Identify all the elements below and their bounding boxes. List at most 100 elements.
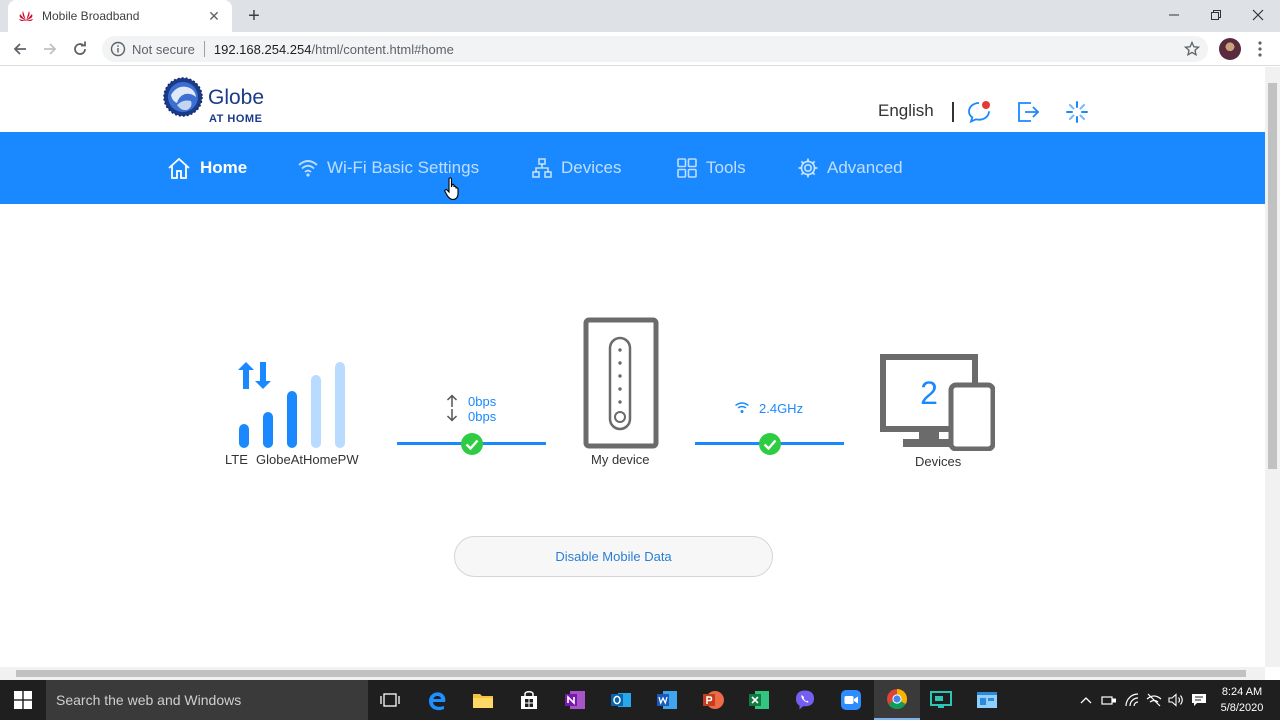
taskbar-file-explorer[interactable] [460,680,506,720]
page-viewport: Globe AT HOME English Home Wi-Fi Basic S… [0,67,1265,667]
new-tab-button[interactable]: + [244,6,264,26]
taskbar-powerpoint[interactable] [690,680,736,720]
globe-logo[interactable]: Globe AT HOME [163,77,283,127]
url-text[interactable]: 192.168.254.254/html/content.html#home [214,42,454,57]
horizontal-scrollbar-thumb[interactable] [16,670,1246,677]
info-icon[interactable] [110,41,126,57]
signal-bar [311,375,321,448]
logout-icon[interactable] [1015,99,1041,125]
clock-date: 5/8/2020 [1220,702,1264,714]
main-nav: Home Wi-Fi Basic Settings Devices Tools … [0,132,1265,204]
edge-icon [429,692,446,711]
tools-grid-icon [677,158,697,178]
vertical-scrollbar[interactable] [1265,67,1280,667]
task-view-button[interactable] [367,680,413,720]
tray-action-center[interactable] [1190,690,1208,710]
back-button[interactable] [8,38,32,60]
disable-mobile-data-button[interactable]: Disable Mobile Data [454,536,773,577]
taskbar-onenote[interactable] [552,680,598,720]
taskbar-search[interactable]: Search the web and Windows [46,680,368,720]
taskbar-remote-app[interactable] [918,680,964,720]
store-bag-icon [521,691,537,709]
address-separator [203,41,205,57]
nav-label: Home [200,158,248,177]
download-arrow-icon [446,409,458,422]
logo-subtitle: AT HOME [209,113,263,125]
not-secure-label[interactable]: Not secure [132,42,195,57]
tray-volume[interactable] [1167,690,1185,710]
menu-kebab-icon[interactable] [1252,39,1268,59]
start-button[interactable] [0,680,46,720]
tab-title: Mobile Broadband [42,9,140,23]
chrome-icon [887,689,907,709]
forward-button[interactable] [38,38,62,60]
vertical-scrollbar-thumb[interactable] [1268,83,1277,469]
address-bar[interactable]: Not secure 192.168.254.254/html/content.… [102,36,1208,62]
restore-icon [1211,10,1221,20]
wan-connected-check-icon [461,433,483,455]
restore-button[interactable] [1194,0,1238,30]
profile-avatar[interactable] [1219,38,1241,60]
wifi-band-icon [735,402,749,413]
action-center-icon [1192,694,1206,706]
url-path: /html/content.html#home [311,41,454,57]
globe-emblem-icon [163,77,203,117]
wifi-icon [298,160,318,177]
browser-toolbar: Not secure 192.168.254.254/html/content.… [0,32,1280,66]
language-selector[interactable]: English [878,101,934,121]
taskbar-word[interactable] [644,680,690,720]
nav-tools[interactable]: Tools [676,132,746,204]
minimize-button[interactable] [1152,0,1196,30]
zoom-icon [841,690,861,710]
nav-label: Devices [561,158,622,177]
bookmark-star-icon[interactable] [1184,41,1200,57]
browser-tabstrip: Mobile Broadband ✕ + [0,0,1280,32]
messages-icon[interactable] [966,99,992,125]
huawei-favicon-icon [19,11,33,21]
nav-devices[interactable]: Devices [531,132,621,204]
tray-no-network[interactable] [1145,690,1163,710]
taskbar-store[interactable] [506,680,552,720]
tray-usb[interactable] [1100,690,1118,710]
network-name-label: GlobeAtHomePW [256,452,359,467]
minimize-icon [1169,14,1179,16]
taskbar-excel[interactable] [736,680,782,720]
network-type-label: LTE [225,452,248,467]
reload-button[interactable] [68,38,92,60]
taskbar-viber[interactable] [782,680,828,720]
signal-bar [287,391,297,448]
taskbar-clock[interactable]: 8:24 AM 5/8/2020 [1214,684,1270,716]
powerpoint-icon [703,691,724,709]
remote-desktop-icon [930,691,952,708]
wifi-tray-icon [1125,693,1139,707]
horizontal-scrollbar[interactable] [0,667,1265,680]
word-icon [657,691,677,709]
taskbar-edge[interactable] [414,680,460,720]
taskbar-outlook[interactable] [598,680,644,720]
network-disconnected-icon [1146,693,1162,707]
taskbar-network-app[interactable] [964,680,1010,720]
close-tab-icon[interactable]: ✕ [206,8,222,24]
close-icon [1252,9,1264,21]
tray-overflow-button[interactable] [1077,690,1095,710]
browser-tab[interactable]: Mobile Broadband ✕ [8,0,232,32]
taskbar-chrome[interactable] [874,680,920,720]
download-rate: 0bps [468,409,497,424]
close-window-button[interactable] [1236,0,1280,30]
url-host: 192.168.254.254 [213,41,312,57]
nav-home[interactable]: Home [166,132,247,204]
tray-network[interactable] [1123,690,1141,710]
taskbar-zoom[interactable] [828,680,874,720]
nav-label: Tools [706,158,746,177]
folder-icon [473,694,493,708]
nav-advanced[interactable]: Advanced [797,132,903,204]
logo-name: Globe [208,86,265,109]
reload-icon [74,41,86,55]
signal-strength-icon [238,362,345,448]
device-count[interactable]: 2 [909,375,949,412]
signal-bar [239,424,249,448]
nav-label: Advanced [827,158,903,177]
header-separator [952,102,954,122]
devices-label: Devices [915,454,962,469]
usb-device-icon [1101,696,1116,705]
